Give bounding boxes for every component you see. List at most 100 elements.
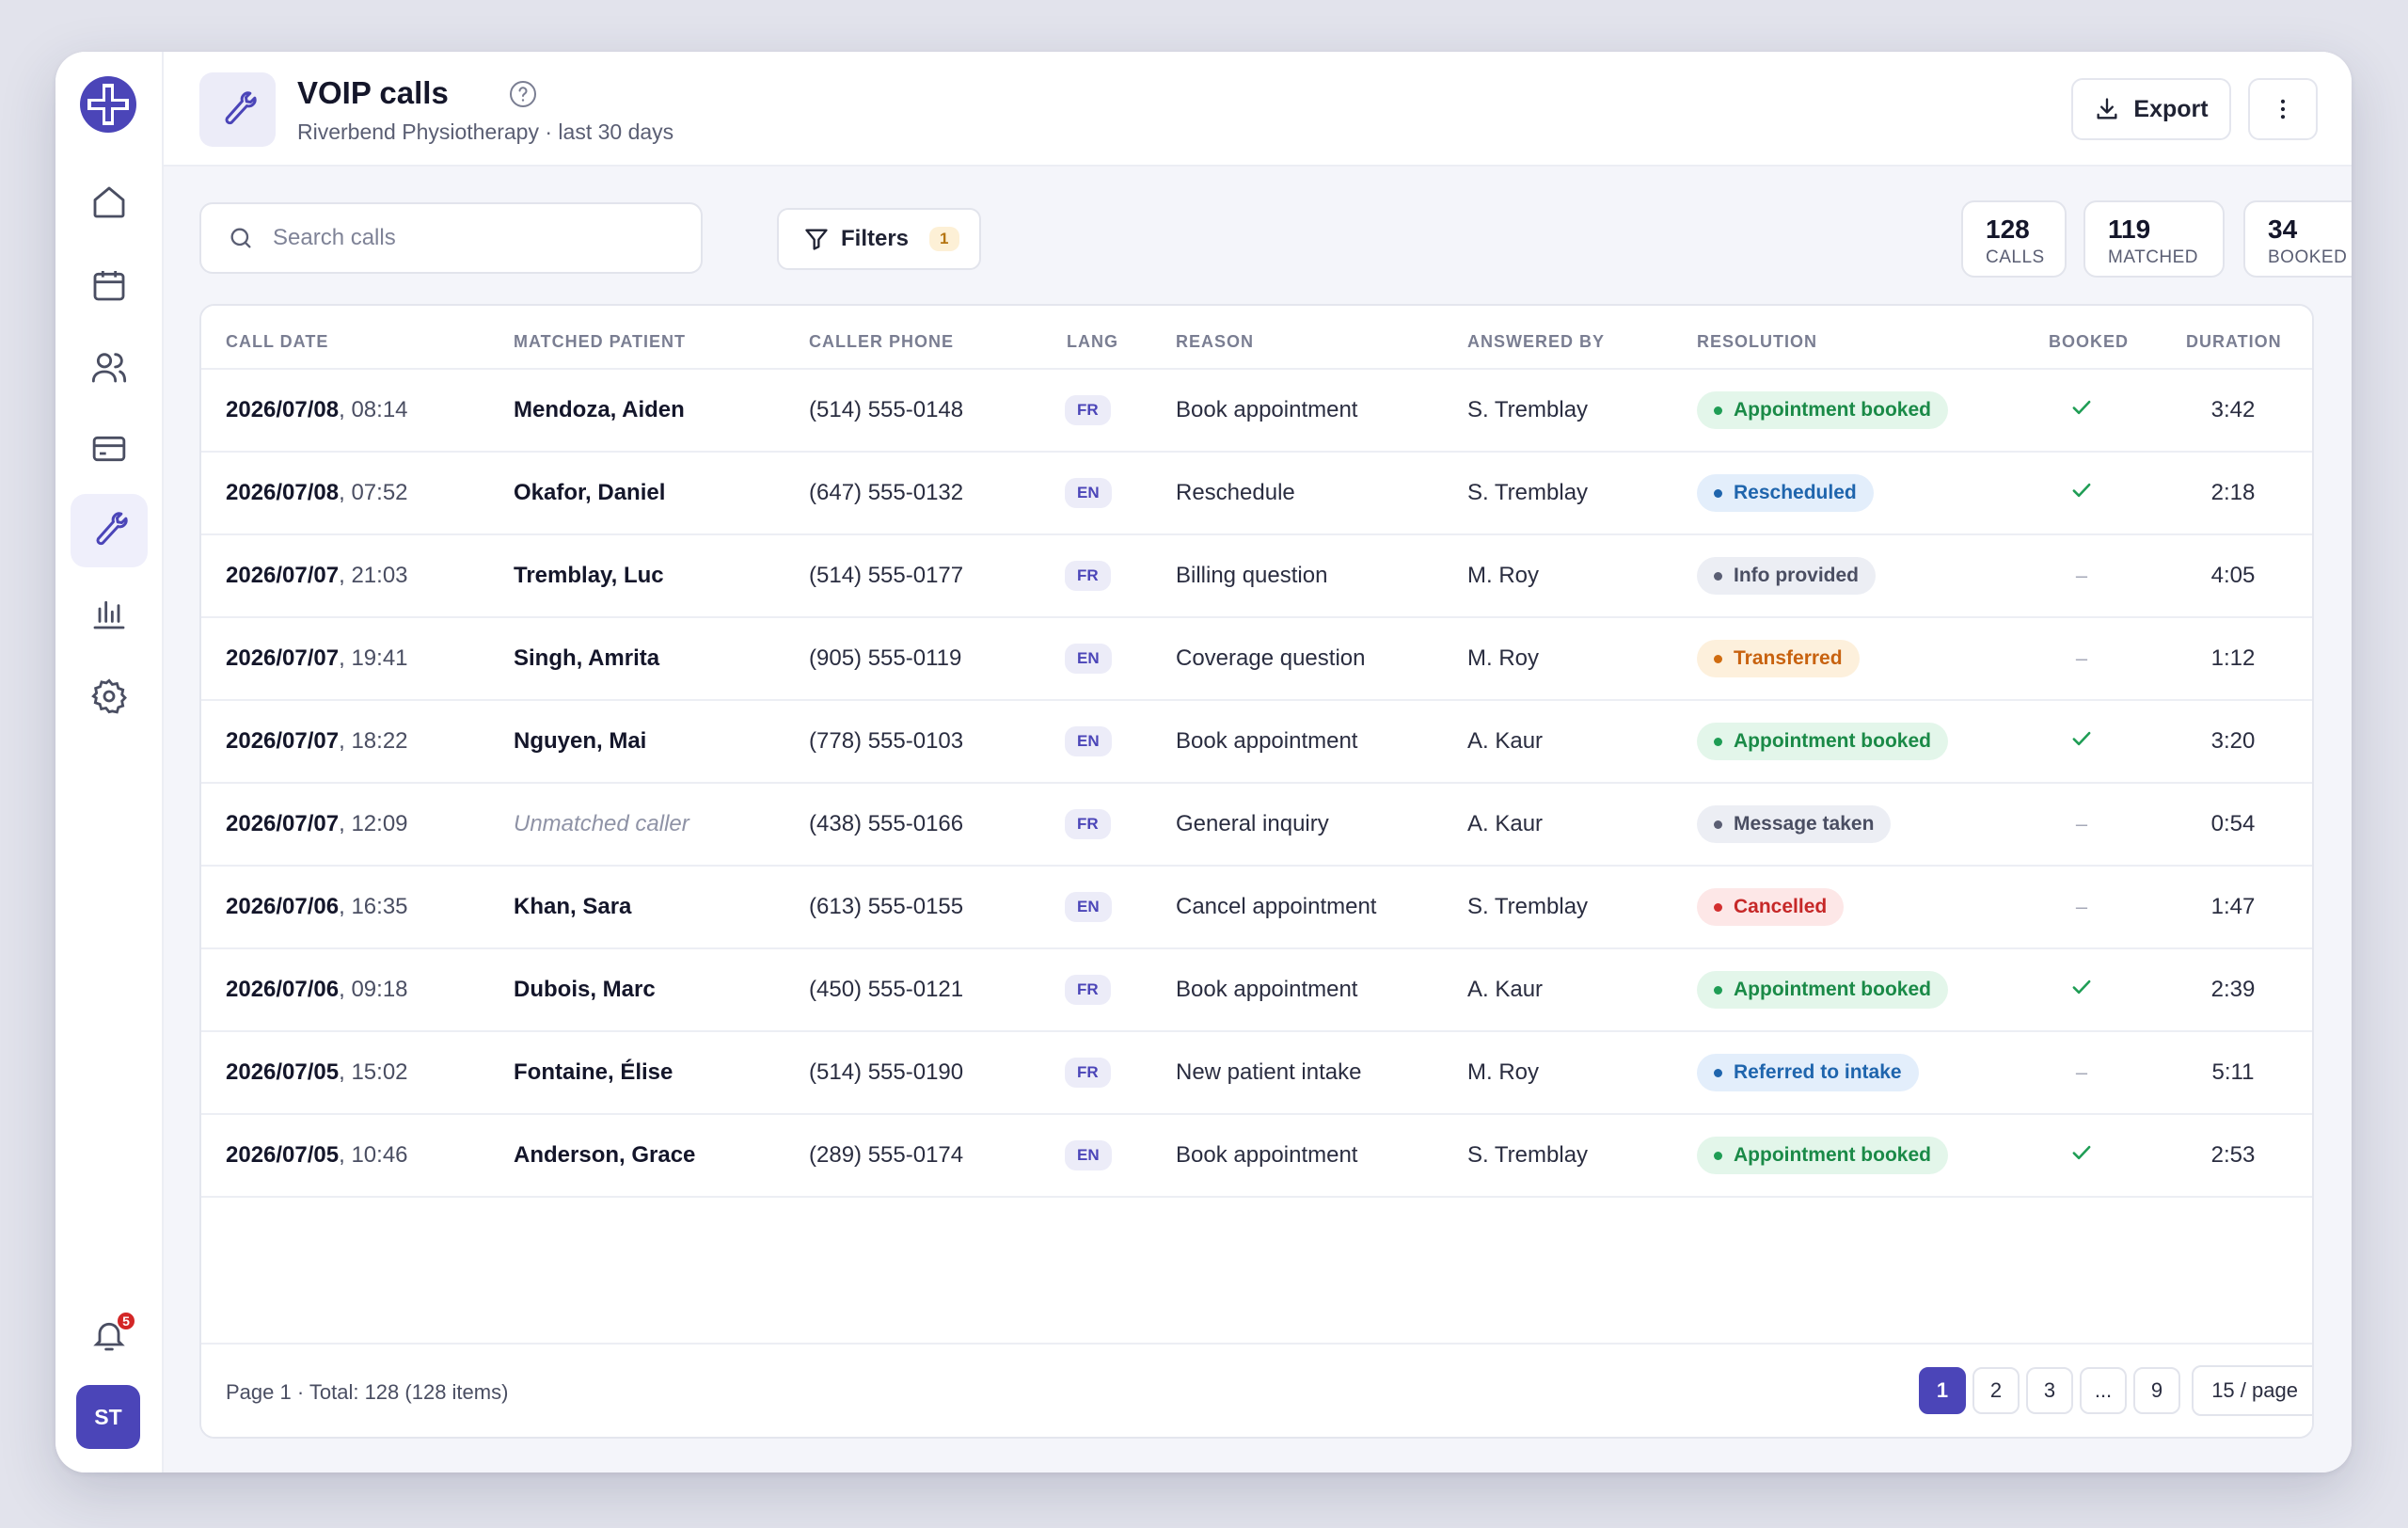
cell-resolution: Rescheduled	[1697, 453, 2045, 533]
notification-badge: 5	[116, 1311, 136, 1331]
column-header[interactable]: MATCHED PATIENT	[514, 332, 686, 352]
card-icon	[92, 436, 126, 462]
page-ellipsis[interactable]: ...	[2080, 1367, 2127, 1414]
filters-label: Filters	[841, 226, 910, 251]
column-header[interactable]: REASON	[1176, 332, 1254, 352]
table-row[interactable]: 2026/07/07, 19:41 Singh, Amrita (905) 555-…	[201, 618, 2312, 701]
page-title: VOIP calls	[297, 75, 449, 110]
cell-duration: 2:53	[2186, 1115, 2280, 1196]
notifications-button[interactable]: 5	[71, 1298, 148, 1372]
cell-lang: FR	[1065, 535, 1168, 616]
call-reason: Billing question	[1176, 563, 1328, 588]
per-page-select[interactable]: 15 / page ▼	[2192, 1365, 2312, 1416]
booked-dash: –	[2075, 646, 2088, 670]
home-icon	[93, 186, 125, 218]
caret-down-icon: ▼	[2311, 1383, 2312, 1398]
cell-resolution: Appointment booked	[1697, 1115, 2045, 1196]
calendar-icon	[93, 271, 125, 301]
page-button[interactable]: 1	[1919, 1367, 1966, 1414]
answered-by: A. Kaur	[1467, 977, 1544, 1002]
cell-duration: 0:54	[2186, 784, 2280, 865]
cell-answered-by: S. Tremblay	[1467, 1115, 1693, 1196]
export-button[interactable]: Export	[2071, 78, 2231, 140]
cell-duration: 2:18	[2186, 453, 2280, 533]
patient-name[interactable]: Mendoza, Aiden	[514, 397, 685, 423]
cell-reason: Book appointment	[1176, 949, 1458, 1030]
status-label: Referred to intake	[1734, 1061, 1902, 1083]
patient-name[interactable]: Okafor, Daniel	[514, 480, 665, 506]
cell-answered-by: S. Tremblay	[1467, 453, 1693, 533]
cell-patient: Tremblay, Luc	[514, 535, 796, 616]
sidebar-item-integrations[interactable]	[71, 494, 148, 567]
patient-name[interactable]: Khan, Sara	[514, 894, 631, 920]
table-footer: Page 1 · Total: 128 (128 items) 1 2 3 ..…	[201, 1343, 2312, 1437]
table-row[interactable]: 2026/07/08, 08:14 Mendoza, Aiden (514) 555…	[201, 370, 2312, 453]
table-row[interactable]: 2026/07/08, 07:52 Okafor, Daniel (647) 555…	[201, 453, 2312, 535]
cell-patient: Nguyen, Mai	[514, 701, 796, 782]
answered-by: A. Kaur	[1467, 811, 1544, 836]
cell-phone: (613) 555-0155	[809, 867, 1063, 947]
call-duration: 2:53	[2210, 1142, 2256, 1168]
table-row[interactable]: 2026/07/07, 12:09 Unmatched caller (438) 5…	[201, 784, 2312, 867]
table-row[interactable]: 2026/07/06, 09:18 Dubois, Marc (450) 555-0…	[201, 949, 2312, 1032]
stat-label: BOOKED	[2268, 247, 2348, 267]
search-icon	[230, 228, 251, 248]
check-icon	[2068, 394, 2095, 427]
call-time: , 07:52	[339, 480, 408, 505]
table-row[interactable]: 2026/07/07, 18:22 Nguyen, Mai (778) 555-01…	[201, 701, 2312, 784]
table-row[interactable]: 2026/07/05, 15:02 Fontaine, Élise (514) 55…	[201, 1032, 2312, 1115]
status-dot	[1714, 1068, 1722, 1077]
sidebar-item-calendar[interactable]	[71, 248, 148, 322]
column-header[interactable]: CALLER PHONE	[809, 332, 954, 352]
booked-dash: –	[2075, 1060, 2088, 1084]
table-row[interactable]: 2026/07/06, 16:35 Khan, Sara (613) 555-015…	[201, 867, 2312, 949]
column-header[interactable]: ANSWERED BY	[1467, 332, 1605, 352]
sidebar: 5 ST	[55, 52, 164, 1472]
cell-answered-by: A. Kaur	[1467, 949, 1693, 1030]
sidebar-item-billing[interactable]	[71, 412, 148, 485]
sidebar-item-home[interactable]	[71, 166, 148, 239]
cell-resolution: Appointment booked	[1697, 949, 2045, 1030]
status-label: Transferred	[1734, 647, 1843, 669]
patient-name[interactable]: Tremblay, Luc	[514, 563, 664, 589]
page-button[interactable]: 2	[1972, 1367, 2020, 1414]
status-dot	[1714, 985, 1722, 995]
patient-name[interactable]: Dubois, Marc	[514, 977, 656, 1003]
column-header[interactable]: BOOKED	[2049, 332, 2129, 352]
cell-reason: Cancel appointment	[1176, 867, 1458, 947]
cell-phone: (450) 555-0121	[809, 949, 1063, 1030]
help-icon[interactable]	[508, 79, 538, 109]
patient-name[interactable]: Nguyen, Mai	[514, 728, 646, 755]
patient-name[interactable]: Singh, Amrita	[514, 645, 659, 672]
filters-count-badge: 1	[929, 227, 959, 251]
filters-button[interactable]: Filters 1	[777, 208, 981, 270]
lang-badge: EN	[1065, 726, 1112, 756]
call-date: 2026/07/06	[226, 977, 340, 1002]
table-row[interactable]: 2026/07/07, 21:03 Tremblay, Luc (514) 555-…	[201, 535, 2312, 618]
column-header[interactable]: DURATION	[2186, 332, 2282, 352]
cell-duration: 1:47	[2186, 867, 2280, 947]
page-button[interactable]: 9	[2133, 1367, 2180, 1414]
search-input[interactable]	[273, 225, 649, 251]
sidebar-item-patients[interactable]	[71, 330, 148, 404]
cell-phone: (778) 555-0103	[809, 701, 1063, 782]
caller-phone: (647) 555-0132	[809, 480, 964, 505]
call-date: 2026/07/05	[226, 1142, 340, 1168]
patient-name[interactable]: Fontaine, Élise	[514, 1059, 673, 1086]
sidebar-item-reports[interactable]	[71, 577, 148, 650]
patient-name[interactable]: Anderson, Grace	[514, 1142, 695, 1169]
user-avatar[interactable]: ST	[76, 1385, 140, 1449]
page-button[interactable]: 3	[2026, 1367, 2073, 1414]
more-options-button[interactable]	[2248, 78, 2318, 140]
table-row[interactable]: 2026/07/05, 10:46 Anderson, Grace (289) 55…	[201, 1115, 2312, 1198]
cell-booked	[2049, 701, 2115, 782]
lang-badge: FR	[1065, 975, 1111, 1005]
column-header[interactable]: CALL DATE	[226, 332, 328, 352]
status-label: Message taken	[1734, 813, 1875, 835]
column-header[interactable]: LANG	[1067, 332, 1118, 352]
sidebar-item-settings[interactable]	[71, 660, 148, 733]
app-logo[interactable]	[78, 74, 138, 135]
call-time: , 16:35	[339, 894, 408, 919]
column-header[interactable]: RESOLUTION	[1697, 332, 1817, 352]
booked-dash: –	[2075, 812, 2088, 836]
